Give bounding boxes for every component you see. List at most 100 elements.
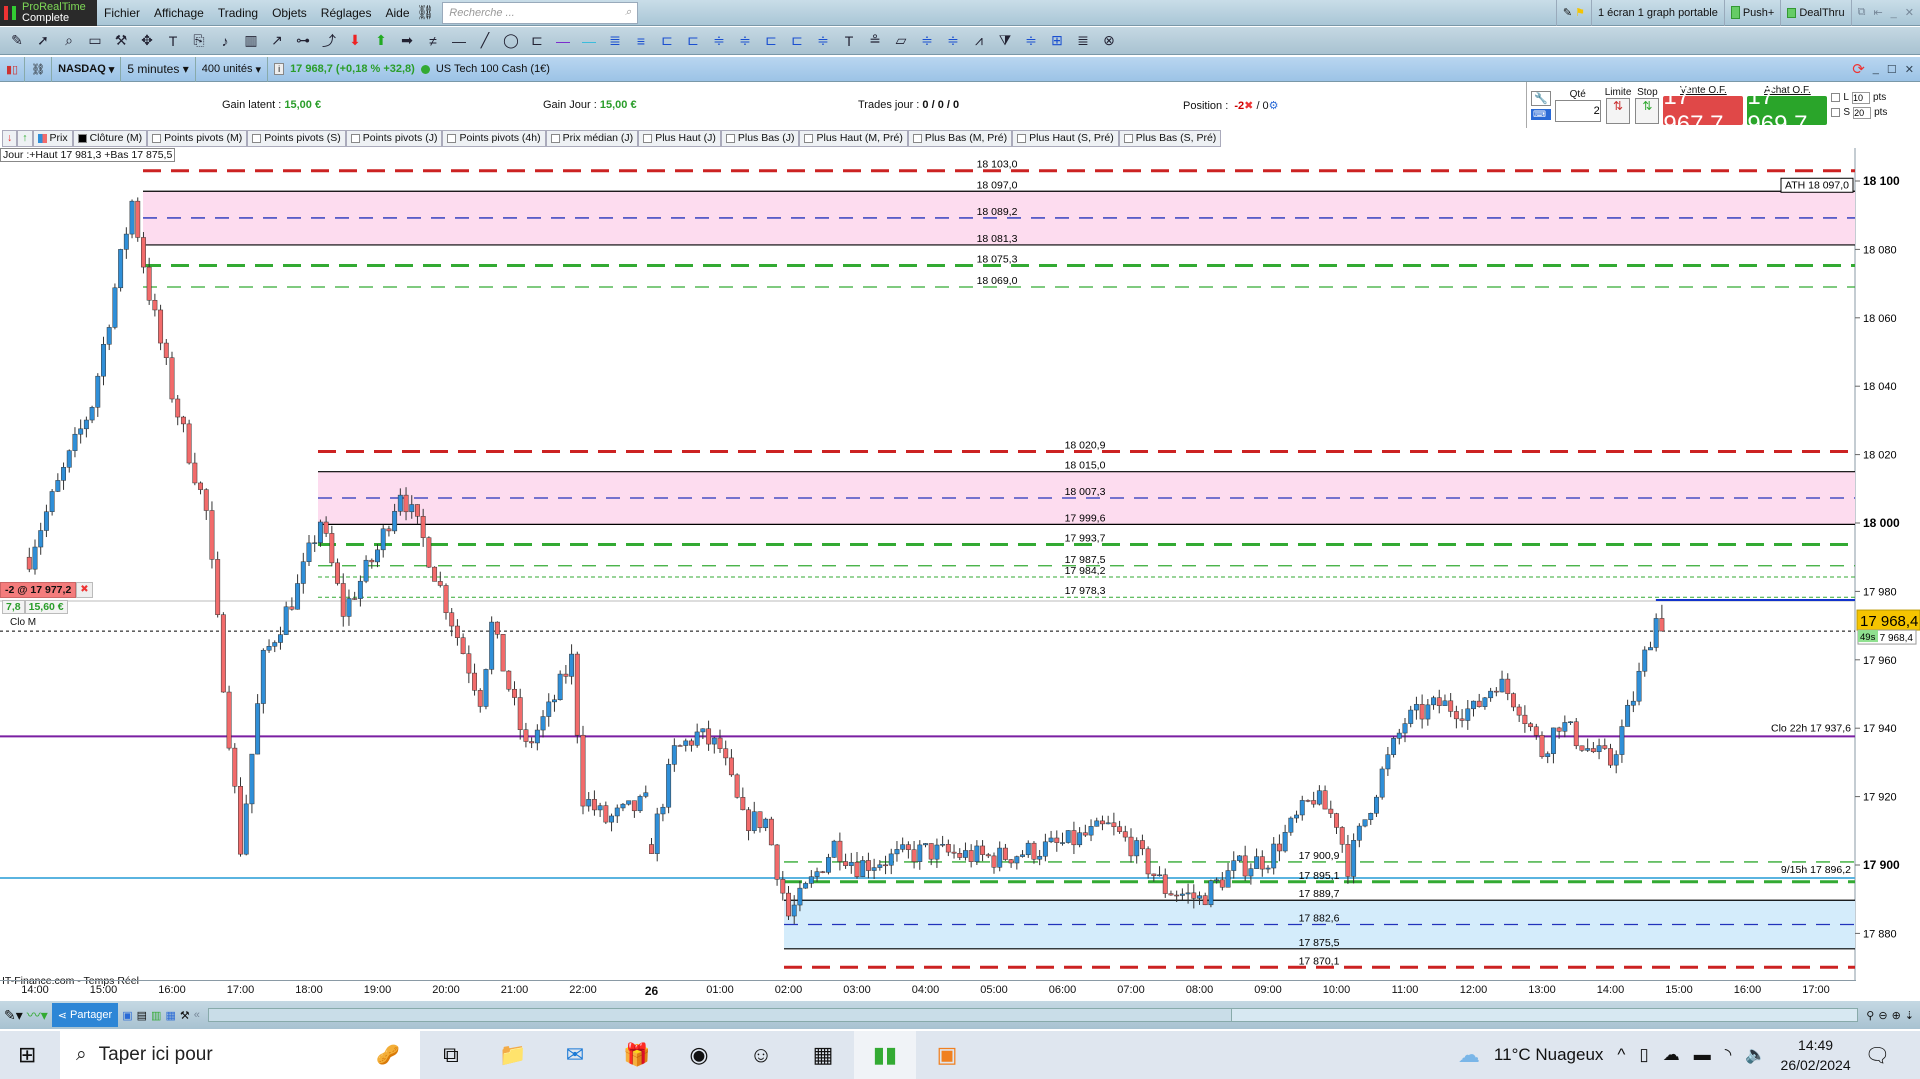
pin-icon[interactable]: ⇤	[1873, 6, 1882, 19]
chart-settings-icon[interactable]: ⚒	[180, 1009, 190, 1022]
minimize-icon[interactable]: _	[1873, 63, 1879, 75]
segment-icon[interactable]: ⊶	[292, 30, 314, 52]
ruler2-icon[interactable]: ▱	[890, 30, 912, 52]
task-view-icon[interactable]: ⧉	[420, 1031, 482, 1079]
file-explorer-icon[interactable]: 📁	[482, 1031, 544, 1079]
volume-icon[interactable]: 🔈	[1745, 1045, 1766, 1065]
flag-icon[interactable]: ⚑	[1575, 6, 1585, 19]
chart-canvas[interactable]: 18 100 18 080 18 060 18 040 18 020 18 000 17 9…	[0, 148, 1920, 980]
qty-input[interactable]	[1554, 99, 1601, 122]
text-box-icon[interactable]: T	[838, 30, 860, 52]
stop-checkbox[interactable]	[1831, 108, 1841, 117]
indicator-checkbox[interactable]	[447, 133, 457, 143]
close-position-icon[interactable]: ✖	[76, 582, 93, 598]
position-tag[interactable]: -2 @ 17 977,2 ✖	[0, 582, 93, 598]
indicator-toggle[interactable]: Plus Haut (S, Pré)	[1012, 129, 1119, 147]
taskbar-search[interactable]: ⌕ Taper ici pour 🥜	[60, 1031, 420, 1079]
indicator-checkbox[interactable]	[252, 133, 262, 143]
level2-icon[interactable]: ≑	[734, 30, 756, 52]
price-chart[interactable]: 18 100 18 080 18 060 18 040 18 020 18 000 17 9…	[0, 148, 1920, 987]
info-icon[interactable]: i	[274, 63, 285, 75]
pointer-icon[interactable]: ➚	[32, 30, 54, 52]
windows-start-icon[interactable]: ⊞	[18, 1042, 36, 1068]
label-icon[interactable]: ≗	[864, 30, 886, 52]
channel2-icon[interactable]: ⊏	[682, 30, 704, 52]
indicator-toggle[interactable]: Plus Haut (J)	[638, 129, 721, 147]
report-icon[interactable]: ▤	[137, 1009, 147, 1022]
pdf-app-icon[interactable]: ▣	[916, 1031, 978, 1079]
tools-icon[interactable]: ⚒	[110, 30, 132, 52]
menu-trading[interactable]: Trading	[211, 6, 265, 20]
indicator-checkbox[interactable]	[37, 133, 47, 143]
stop-pts-input[interactable]	[1853, 106, 1872, 119]
limit-order-button[interactable]: ⇅	[1606, 97, 1631, 124]
menu-aide[interactable]: Aide	[378, 6, 416, 20]
sell-arrow-icon[interactable]: ⬇	[344, 30, 366, 52]
indicator-toggle[interactable]: Prix médian (J)	[545, 129, 639, 147]
level4-icon[interactable]: ⊏	[786, 30, 808, 52]
sell-button[interactable]: 17 967,7	[1663, 83, 1744, 138]
comment-icon[interactable]: ▣	[122, 1009, 132, 1022]
weather-text[interactable]: 11°C Nuageux	[1494, 1045, 1604, 1065]
settings-gears-icon[interactable]: ⚙	[1269, 100, 1279, 112]
indicator-checkbox[interactable]	[77, 133, 87, 143]
wifi-icon[interactable]: ◝	[1725, 1045, 1732, 1065]
chart-type-icon[interactable]: ▮▯	[0, 56, 26, 82]
keyboard-icon[interactable]: ⌨	[1531, 108, 1551, 120]
stop-order-button[interactable]: ⇅	[1635, 97, 1660, 124]
indicator-checkbox[interactable]	[152, 133, 162, 143]
indicator-toggle[interactable]: Plus Bas (M, Pré)	[907, 129, 1013, 147]
avatar-app-icon[interactable]: ☺	[730, 1031, 792, 1079]
window-chart-icon[interactable]: ▦	[165, 1009, 175, 1022]
units-select[interactable]: 400 unités ▾	[196, 56, 269, 82]
zoom-out-icon[interactable]: ⊖	[1878, 1009, 1887, 1022]
auto-zoom-icon[interactable]: ⚲	[1866, 1009, 1874, 1022]
alarm-bell-icon[interactable]: ♪	[214, 30, 236, 52]
collapse-icon[interactable]: «	[194, 1009, 200, 1021]
maximize-icon[interactable]: ☐	[1887, 63, 1897, 76]
cyan-line-icon[interactable]: —	[578, 30, 600, 52]
triangle-icon[interactable]: ⧩	[994, 30, 1016, 52]
close-icon[interactable]: ✕	[1905, 63, 1914, 76]
indicator-toggle[interactable]: Points pivots (J)	[345, 129, 443, 147]
menu-reglages[interactable]: Réglages	[314, 6, 379, 20]
buy-arrow-icon[interactable]: ↑	[17, 129, 33, 147]
menu-fichier[interactable]: Fichier	[97, 6, 147, 20]
minimize-icon[interactable]: _	[1891, 7, 1897, 19]
search-input[interactable]: Recherche ... ⌕	[442, 1, 639, 24]
link-icon[interactable]: ⛓	[417, 4, 435, 21]
notifications-icon[interactable]: 🗨	[1865, 1043, 1890, 1068]
buy-button[interactable]: 17 969,7	[1747, 83, 1828, 138]
indicator-checkbox[interactable]	[725, 133, 735, 143]
level8-icon[interactable]: ≑	[1020, 30, 1042, 52]
instrument-select[interactable]: NASDAQ ▾	[52, 56, 122, 82]
pencil-icon[interactable]: ✎	[6, 30, 28, 52]
drawing-icon[interactable]: ✎	[1563, 6, 1572, 19]
link-icon[interactable]: ⛓	[25, 56, 53, 82]
circle-icon[interactable]: ◯	[500, 30, 522, 52]
wrench-icon[interactable]: 🔧	[1531, 90, 1551, 106]
layout-selector[interactable]: 1 écran 1 graph portable	[1590, 0, 1724, 26]
tray-chevron-icon[interactable]: ^	[1617, 1045, 1625, 1065]
level9-icon[interactable]: ⊞	[1046, 30, 1068, 52]
weather-cloud-icon[interactable]: ☁	[1458, 1042, 1480, 1068]
onedrive-icon[interactable]: ☁	[1663, 1045, 1680, 1065]
delete-all-icon[interactable]: ⊗	[1098, 30, 1120, 52]
menu-affichage[interactable]: Affichage	[147, 6, 211, 20]
calculator-icon[interactable]: ▦	[792, 1031, 854, 1079]
indicator-checkbox[interactable]	[804, 133, 814, 143]
indicator-checkbox[interactable]	[643, 133, 653, 143]
meet-icon[interactable]: ▯	[1639, 1045, 1648, 1065]
detach-icon[interactable]: ⧉	[1858, 6, 1866, 19]
chrome-icon[interactable]: ◉	[668, 1031, 730, 1079]
rectangle-icon[interactable]: ⊏	[526, 30, 548, 52]
level7-icon[interactable]: ≑	[942, 30, 964, 52]
right-arrow-icon[interactable]: ➡	[396, 30, 418, 52]
trash-icon[interactable]: ▥	[240, 30, 262, 52]
timeframe-select[interactable]: 5 minutes ▾	[121, 56, 196, 82]
arrow-icon[interactable]: ↗	[266, 30, 288, 52]
polyline-icon[interactable]: ⤴	[318, 30, 340, 52]
zigzag-icon[interactable]: ⩘	[968, 30, 990, 52]
indicator-toggle[interactable]: Points pivots (M)	[147, 129, 248, 147]
menu-objets[interactable]: Objets	[265, 6, 314, 20]
